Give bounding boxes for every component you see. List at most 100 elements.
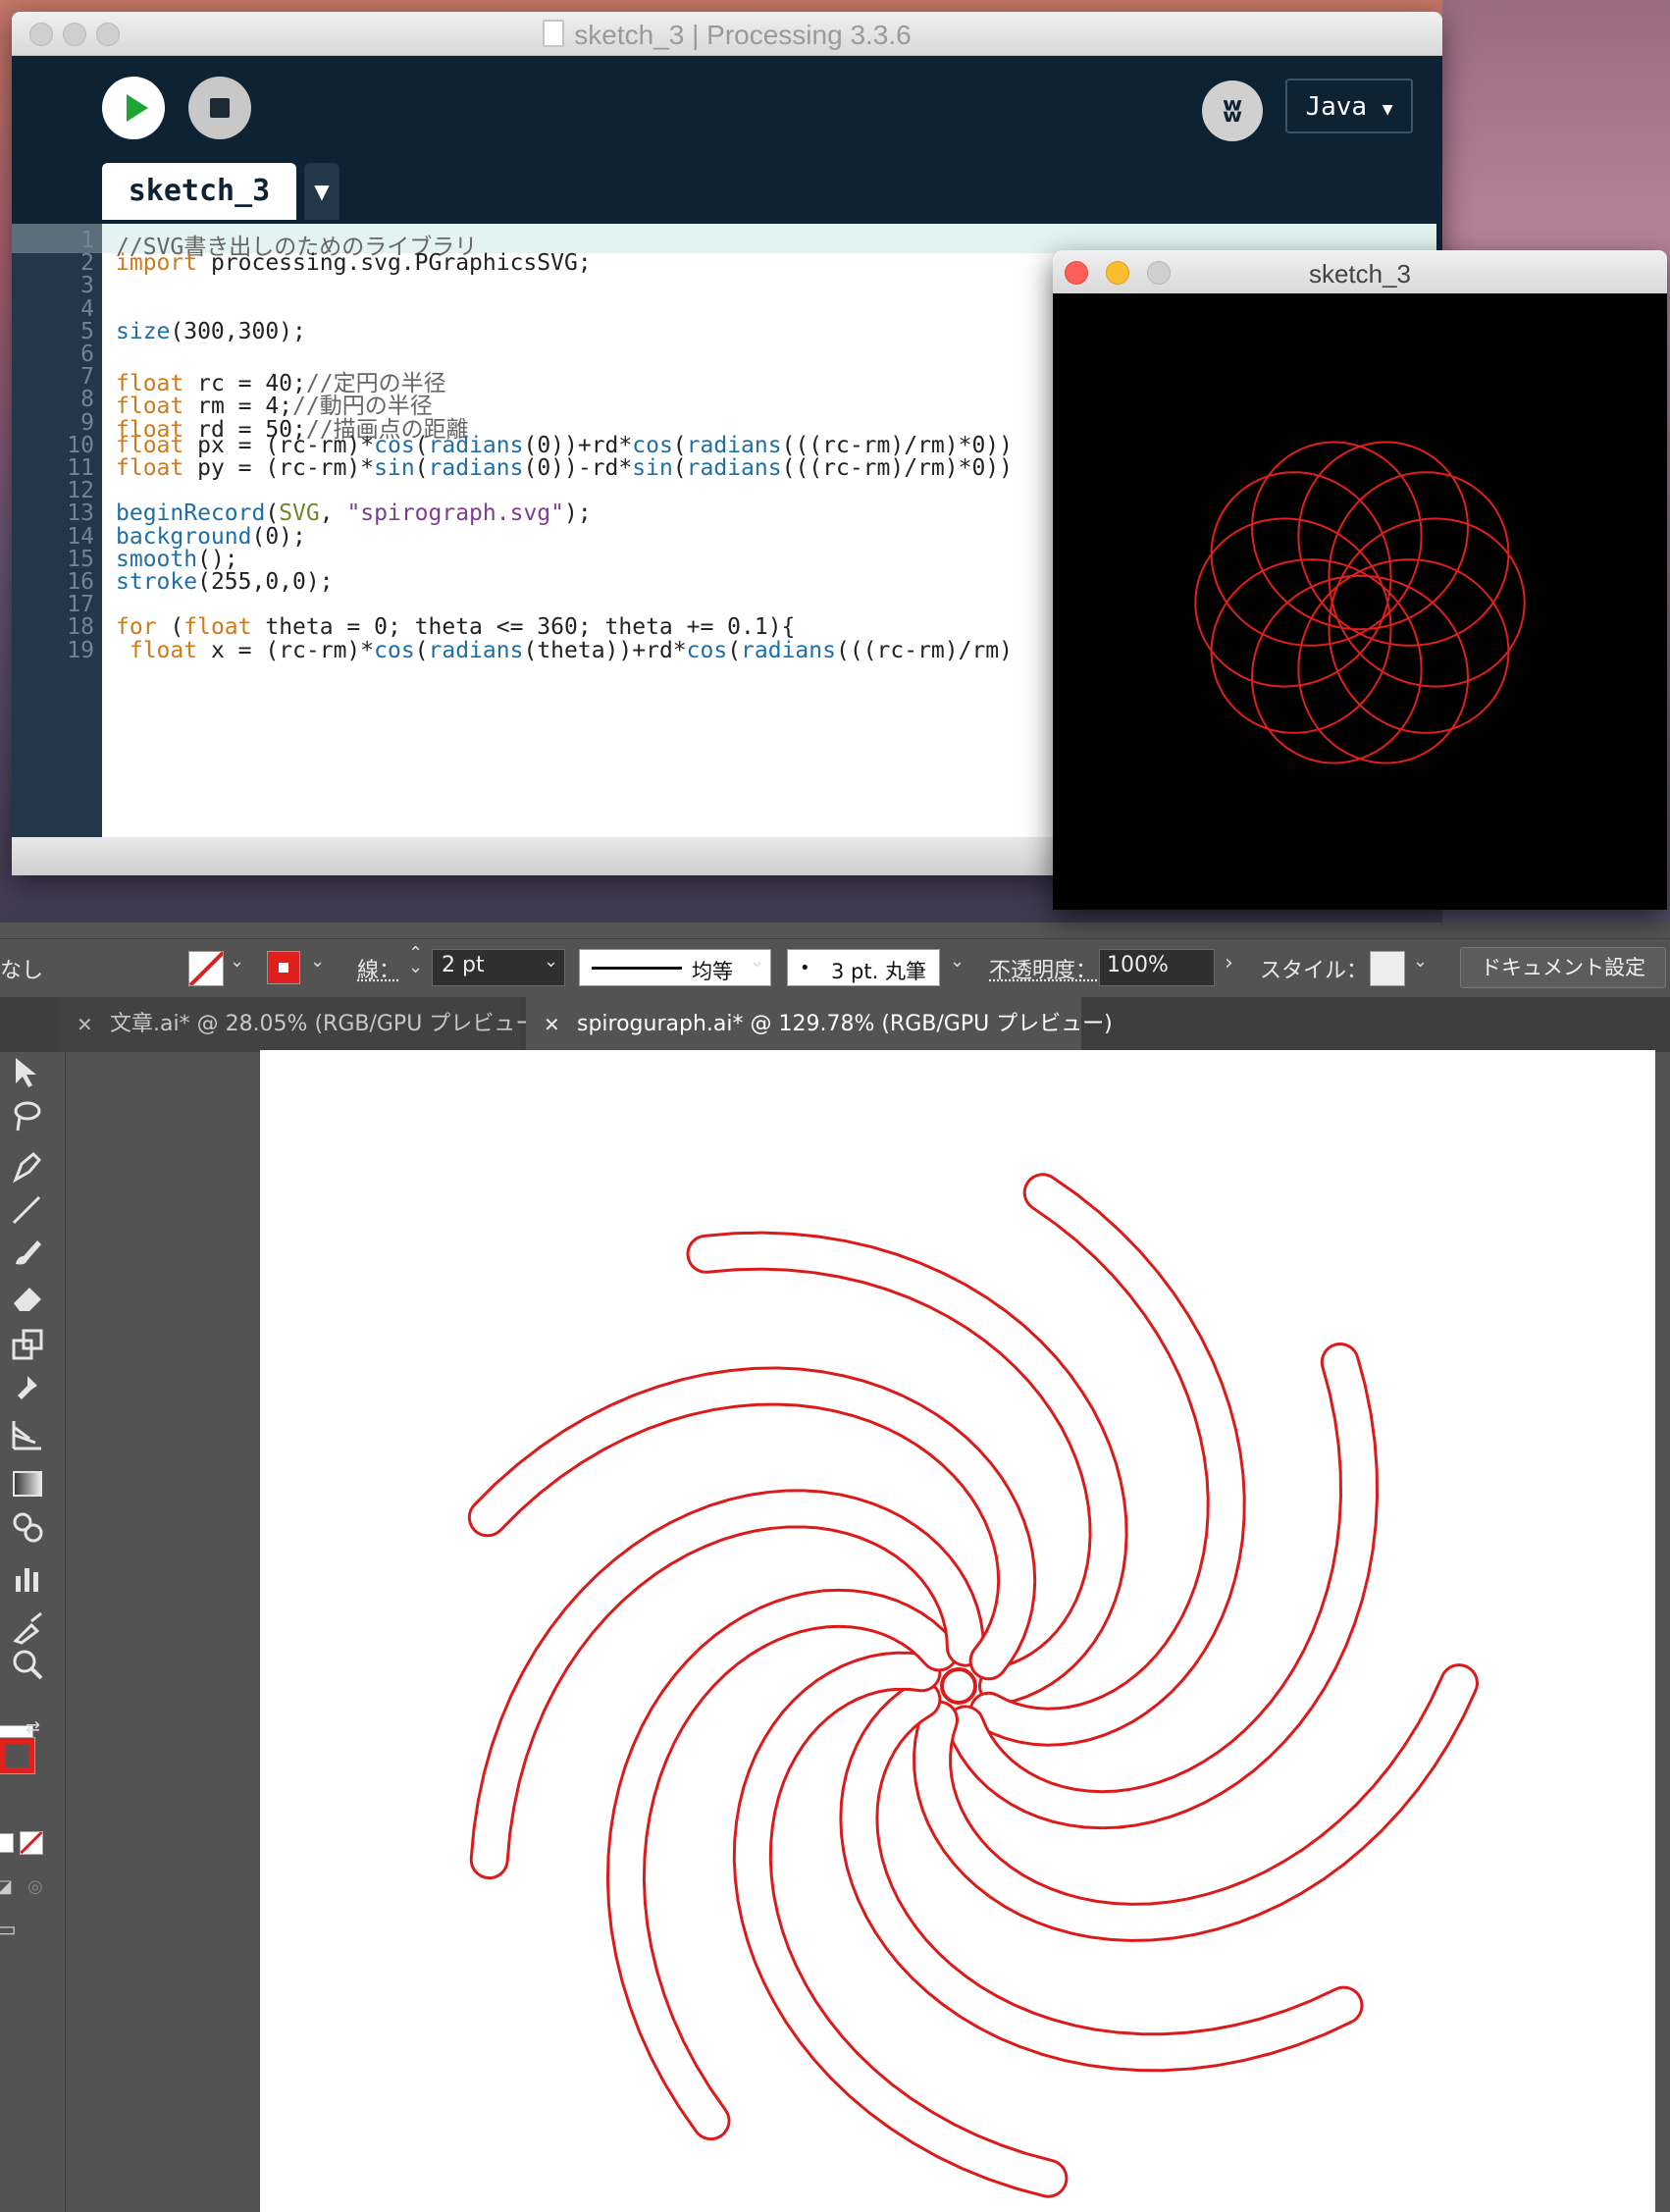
gradient-tool-icon[interactable] [8,1464,47,1503]
line-number: 13 [67,500,94,527]
style-swatch[interactable] [1370,951,1405,986]
profile-label: 均等 [692,960,733,983]
tab-menu-button[interactable]: ▼ [304,163,339,220]
draw-mode-icon[interactable]: ◪ [0,1876,13,1897]
brush-dot-icon: • [800,958,810,978]
perspective-grid-tool-icon[interactable] [8,1415,47,1454]
zoom-tool-icon[interactable] [8,1645,47,1684]
line-number: 6 [80,342,94,367]
window-title-text: sketch_3 | Processing 3.3.6 [574,20,912,50]
artwork-canvas [467,1173,1479,2198]
butterfly-icon: ʬ [1222,91,1243,131]
line-number: 14 [67,523,94,550]
stop-button[interactable] [188,77,251,139]
tab-label: sketch_3 [128,174,271,208]
eyedropper-tool-icon[interactable] [8,1607,47,1647]
eraser-tool-icon[interactable] [8,1278,47,1317]
chevron-down-icon[interactable]: ⌄ [1413,951,1428,972]
tab-sketch[interactable]: sketch_3 [102,163,296,220]
variable-width-profile[interactable]: 均等 [579,949,771,986]
tab-label: spiroguraph.ai* @ 129.78% (RGB/GPU プレビュー… [577,1012,1113,1036]
chevron-down-icon[interactable]: ⌄ [950,951,965,972]
line-number-gutter: 1 2 3 4 5 6 7 8 9 10 11 12 13 14 15 16 17 18 19 [12,224,102,837]
processing-titlebar: sketch_3 | Processing 3.3.6 [12,12,1442,56]
play-icon [127,94,148,122]
line-number: 19 [67,637,94,663]
sketch-canvas [1053,293,1667,910]
code-line: for (float theta = 0; theta <= 360; thet… [116,614,796,641]
chevron-down-icon[interactable]: ⌄ [310,951,325,972]
line-number: 7 [80,364,94,391]
color-mode-icon[interactable] [0,1833,14,1853]
run-button[interactable] [102,77,165,139]
artboard[interactable] [260,1050,1655,2212]
code-line: import processing.svg.PGraphicsSVG; [116,250,592,277]
code-line: stroke(255,0,0); [116,569,334,595]
center-circle [940,1667,977,1705]
illustrator-tools-panel: ⇄ ◪ ◎ ▭ [0,1052,66,2212]
draw-inside-icon[interactable]: ◎ [27,1876,43,1897]
chevron-down-icon[interactable]: ⌄ [230,951,244,972]
line-number: 16 [67,569,94,595]
chevron-down-icon[interactable]: ⌄ [750,951,764,972]
fill-stroke-swatches[interactable]: ⇄ [0,1715,40,1774]
opacity-label[interactable]: 不透明度： [989,953,1097,984]
brush-definition[interactable]: • 3 pt. 丸筆 [787,949,940,986]
stroke-weight-label[interactable]: 線： [357,953,400,984]
window-title: sketch_3 | Processing 3.3.6 [12,20,1442,51]
spiral-arms-group [467,1173,1479,2198]
code-line: float py = (rc-rm)*sin(radians(0))-rd*si… [116,455,1013,481]
sketch-titlebar: sketch_3 [1053,250,1667,294]
stroke-swatch[interactable] [0,1737,35,1774]
close-icon[interactable]: ✕ [77,997,93,1052]
line-number: 4 [80,295,94,322]
paintbrush-tool-icon[interactable] [8,1233,47,1272]
line-number: 8 [80,387,94,413]
none-mode-icon[interactable] [20,1831,43,1855]
tab-document-2[interactable]: ✕ spiroguraph.ai* @ 129.78% (RGB/GPU プレビュ… [526,997,1113,1052]
chevron-down-icon[interactable]: ⌄ [544,951,558,972]
profile-line-icon [592,967,682,970]
selection-tool-icon[interactable] [8,1052,47,1091]
code-line: float px = (rc-rm)*cos(radians(0))+rd*co… [116,432,1013,458]
puppet-warp-tool-icon[interactable] [8,1370,47,1409]
line-number: 1 [80,228,94,253]
code-line: size(300,300); [116,318,306,344]
selection-status-label: なし [0,959,44,983]
brush-label: 3 pt. 丸筆 [831,960,926,983]
illustrator-control-bar: なし ⌄ ⌄ 線： ⌃ ⌄ 2 pt ⌄ 均等 ⌄ • 3 pt. 丸筆 ⌄ 不透… [0,938,1670,998]
line-number: 9 [80,409,94,436]
swap-icon[interactable]: ⇄ [26,1717,40,1738]
line-number: 10 [67,432,94,458]
pen-tool-icon[interactable] [8,1146,47,1185]
stroke-inner-icon [277,961,290,974]
close-icon[interactable]: ✕ [544,997,560,1052]
line-number: 17 [67,592,94,618]
screen-mode-icon[interactable]: ▭ [0,1918,17,1942]
stroke-swatch-inner [5,1744,28,1767]
graph-tool-icon[interactable] [8,1558,47,1598]
chevron-right-icon[interactable]: › [1225,951,1233,975]
tab-document-1[interactable]: ✕ 文章.ai* @ 28.05% (RGB/GPU プレビュー) [59,997,546,1052]
document-setup-label: ドキュメント設定 [1481,956,1645,979]
document-icon [543,20,565,47]
style-label: スタイル： [1260,959,1369,983]
line-number: 3 [80,273,94,299]
stroke-swatch[interactable] [267,951,300,984]
sketch-output-window: sketch_3 [1053,250,1667,910]
line-number: 5 [80,318,94,344]
debugger-button[interactable]: ʬ [1202,80,1263,141]
line-number: 2 [80,250,94,277]
stepper-icon[interactable]: ⌃ ⌄ [408,945,423,976]
canvas-background [1053,293,1667,910]
scale-tool-icon[interactable] [8,1325,47,1364]
fill-swatch[interactable] [188,951,224,986]
stop-icon [210,98,230,118]
code-line: beginRecord(SVG, "spirograph.svg"); [116,500,592,527]
line-tool-icon[interactable] [8,1189,47,1229]
lasso-tool-icon[interactable] [8,1097,47,1136]
document-setup-button[interactable]: ドキュメント設定 [1460,947,1666,988]
mode-label: Java [1305,92,1368,122]
mode-selector[interactable]: Java ▼ [1285,79,1413,133]
shape-builder-tool-icon[interactable] [8,1507,47,1547]
